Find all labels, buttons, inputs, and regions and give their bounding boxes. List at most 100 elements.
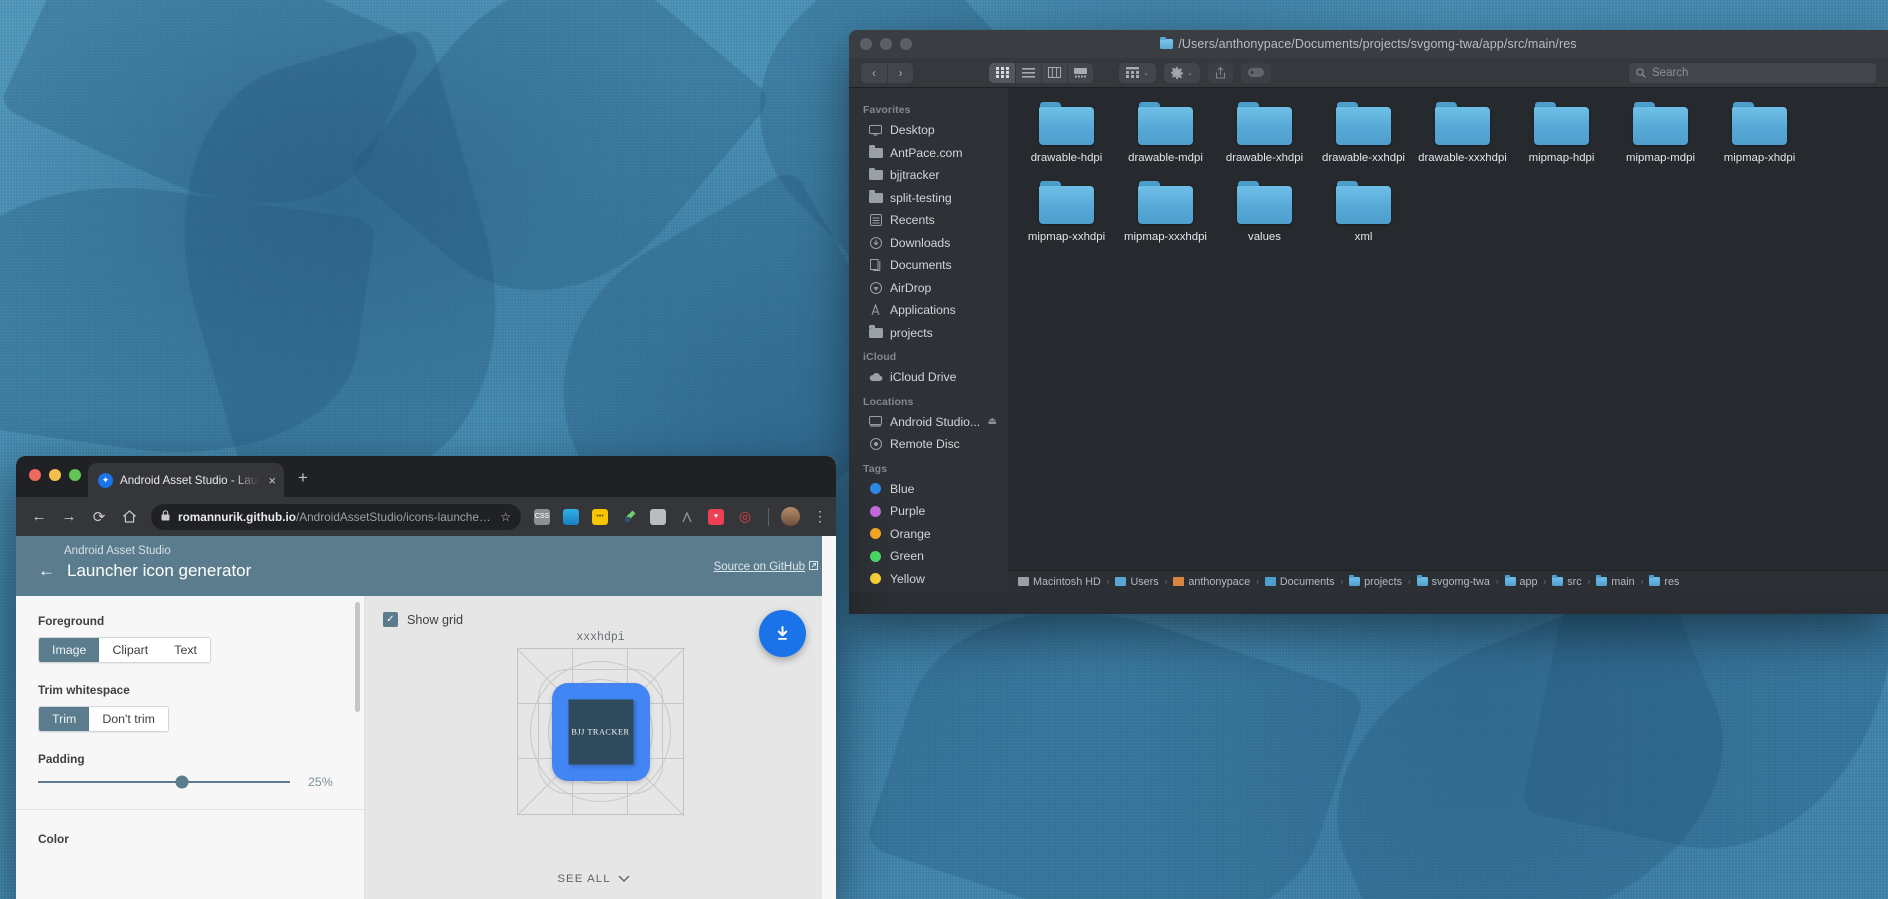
column-view-button[interactable] [1041, 62, 1067, 83]
sidebar-item-bjjtracker[interactable]: bjjtracker [849, 164, 1008, 187]
chrome-tabstrip[interactable]: ✦ Android Asset Studio - Launch × + [16, 456, 836, 497]
breadcrumb-item[interactable]: Macintosh HD [1018, 576, 1101, 588]
foreground-option-clipart[interactable]: Clipart [99, 638, 162, 662]
file-item[interactable]: drawable-xxxhdpi [1413, 102, 1512, 165]
avatar[interactable] [781, 507, 800, 526]
file-item[interactable]: mipmap-xhdpi [1710, 102, 1809, 165]
close-button[interactable] [860, 38, 872, 50]
chrome-menu-button[interactable]: ⋮ [813, 508, 827, 525]
file-item[interactable]: mipmap-hdpi [1512, 102, 1611, 165]
sidebar-tag-yellow[interactable]: Yellow [849, 568, 1008, 591]
back-button[interactable]: ← [26, 504, 52, 530]
chrome-traffic-lights[interactable] [29, 469, 81, 481]
sidebar-item-antpace[interactable]: AntPace.com [849, 142, 1008, 165]
see-all-button[interactable]: SEE ALL [365, 873, 822, 885]
breadcrumb-item[interactable]: svgomg-twa [1416, 575, 1490, 588]
sidebar-item-icloud-drive[interactable]: iCloud Drive [849, 366, 1008, 389]
file-item[interactable]: drawable-xxhdpi [1314, 102, 1413, 165]
eyedropper-extension-icon[interactable] [621, 509, 637, 525]
minimize-button[interactable] [49, 469, 61, 481]
breadcrumb-item[interactable]: main [1596, 575, 1635, 588]
finder-window[interactable]: /Users/anthonypace/Documents/projects/sv… [849, 30, 1888, 614]
download-button[interactable] [759, 610, 806, 657]
view-mode-buttons[interactable] [989, 62, 1093, 83]
finder-file-grid[interactable]: drawable-hdpi drawable-mdpi drawable-xhd… [1008, 88, 1888, 592]
sidebar-tag-purple[interactable]: Purple [849, 500, 1008, 523]
screenshot-extension-icon[interactable] [563, 508, 579, 525]
breadcrumb-item[interactable]: src [1552, 575, 1582, 588]
spiral-extension-icon[interactable]: ◎ [737, 508, 753, 525]
zoom-button[interactable] [69, 469, 81, 481]
trim-option-trim[interactable]: Trim [39, 707, 90, 731]
share-button[interactable] [1207, 62, 1233, 83]
bookmark-star-icon[interactable]: ☆ [500, 510, 511, 524]
file-item[interactable]: xml [1314, 181, 1413, 244]
file-item[interactable]: mipmap-mdpi [1611, 102, 1710, 165]
finder-toolbar[interactable]: ‹ › ⌄ ⌄ Search [849, 58, 1888, 88]
chrome-window[interactable]: ✦ Android Asset Studio - Launch × + ← → … [16, 456, 836, 899]
source-on-github-link[interactable]: Source on GitHub [714, 561, 818, 573]
lastpass-extension-icon[interactable] [679, 509, 695, 525]
sidebar-item-split-testing[interactable]: split-testing [849, 187, 1008, 210]
address-bar[interactable]: romannurik.github.io/AndroidAssetStudio/… [151, 503, 521, 530]
forward-button[interactable]: › [887, 62, 913, 83]
close-tab-button[interactable]: × [266, 473, 278, 488]
nav-buttons[interactable]: ‹ › [861, 62, 913, 83]
eject-icon[interactable]: ⏏ [988, 416, 997, 427]
zoom-button[interactable] [900, 38, 912, 50]
finder-traffic-lights[interactable] [849, 38, 912, 50]
browser-tab[interactable]: ✦ Android Asset Studio - Launch × [88, 463, 284, 497]
reload-button[interactable]: ⟳ [86, 504, 112, 530]
home-button[interactable] [116, 504, 142, 530]
group-by-button[interactable]: ⌄ [1119, 62, 1156, 83]
breadcrumb-item[interactable]: anthonypace [1173, 576, 1250, 588]
sidebar-tag-all[interactable]: All Tags... [849, 590, 1008, 592]
action-gear-button[interactable]: ⌄ [1163, 62, 1200, 83]
back-button[interactable]: ‹ [861, 62, 887, 83]
sidebar-item-applications[interactable]: Applications [849, 299, 1008, 322]
sidebar-item-airdrop[interactable]: AirDrop [849, 277, 1008, 300]
file-item[interactable]: mipmap-xxxhdpi [1116, 181, 1215, 244]
foreground-option-image[interactable]: Image [39, 638, 100, 662]
list-view-button[interactable] [1015, 62, 1041, 83]
gallery-view-button[interactable] [1067, 62, 1093, 83]
finder-sidebar[interactable]: Favorites Desktop AntPace.com bjjtracker… [849, 88, 1008, 592]
sidebar-item-recents[interactable]: Recents [849, 209, 1008, 232]
finder-pathbar[interactable]: Macintosh HD › Users › anthonypace › Doc… [1008, 570, 1888, 592]
finder-search-field[interactable]: Search [1629, 62, 1876, 83]
sidebar-item-documents[interactable]: Documents [849, 254, 1008, 277]
finder-titlebar[interactable]: /Users/anthonypace/Documents/projects/sv… [849, 30, 1888, 58]
sidebar-tag-green[interactable]: Green [849, 545, 1008, 568]
sidebar-item-projects[interactable]: projects [849, 322, 1008, 345]
pocket-extension-icon[interactable]: ♥ [708, 508, 724, 525]
sidebar-item-android-studio[interactable]: Android Studio... ⏏ [849, 411, 1008, 434]
sidebar-item-desktop[interactable]: Desktop [849, 119, 1008, 142]
file-item[interactable]: values [1215, 181, 1314, 244]
file-item[interactable]: drawable-mdpi [1116, 102, 1215, 165]
sidebar-item-remote-disc[interactable]: Remote Disc [849, 433, 1008, 456]
breadcrumb-item[interactable]: app [1504, 575, 1538, 588]
close-button[interactable] [29, 469, 41, 481]
sidebar-tag-blue[interactable]: Blue [849, 478, 1008, 501]
tags-button[interactable] [1240, 62, 1271, 83]
breadcrumb-item[interactable]: res [1649, 575, 1679, 588]
padding-slider[interactable] [38, 775, 290, 789]
forward-button[interactable]: → [56, 504, 82, 530]
file-item[interactable]: drawable-xhdpi [1215, 102, 1314, 165]
chrome-toolbar[interactable]: ← → ⟳ romannurik.github.io/AndroidAssetS… [16, 497, 836, 536]
padding-slider-thumb[interactable] [175, 775, 189, 789]
new-tab-button[interactable]: + [298, 468, 308, 488]
options-panel-scrollbar[interactable] [355, 602, 360, 712]
minimize-button[interactable] [880, 38, 892, 50]
show-grid-checkbox[interactable]: ✓ [383, 612, 398, 627]
icon-preview-stage[interactable]: BJJ TRACKER [517, 647, 686, 817]
breadcrumb-item[interactable]: Documents [1264, 576, 1334, 588]
icon-view-button[interactable] [989, 62, 1015, 83]
trim-segmented-control[interactable]: Trim Don't trim [38, 706, 169, 732]
trim-option-dont-trim[interactable]: Don't trim [89, 707, 168, 731]
aas-options-panel[interactable]: Foreground Image Clipart Text Trim white… [16, 596, 365, 899]
sidebar-item-downloads[interactable]: Downloads [849, 232, 1008, 255]
tracker-extension-icon[interactable] [650, 508, 666, 525]
sidebar-tag-orange[interactable]: Orange [849, 523, 1008, 546]
css-extension-icon[interactable]: CSS [534, 508, 550, 525]
